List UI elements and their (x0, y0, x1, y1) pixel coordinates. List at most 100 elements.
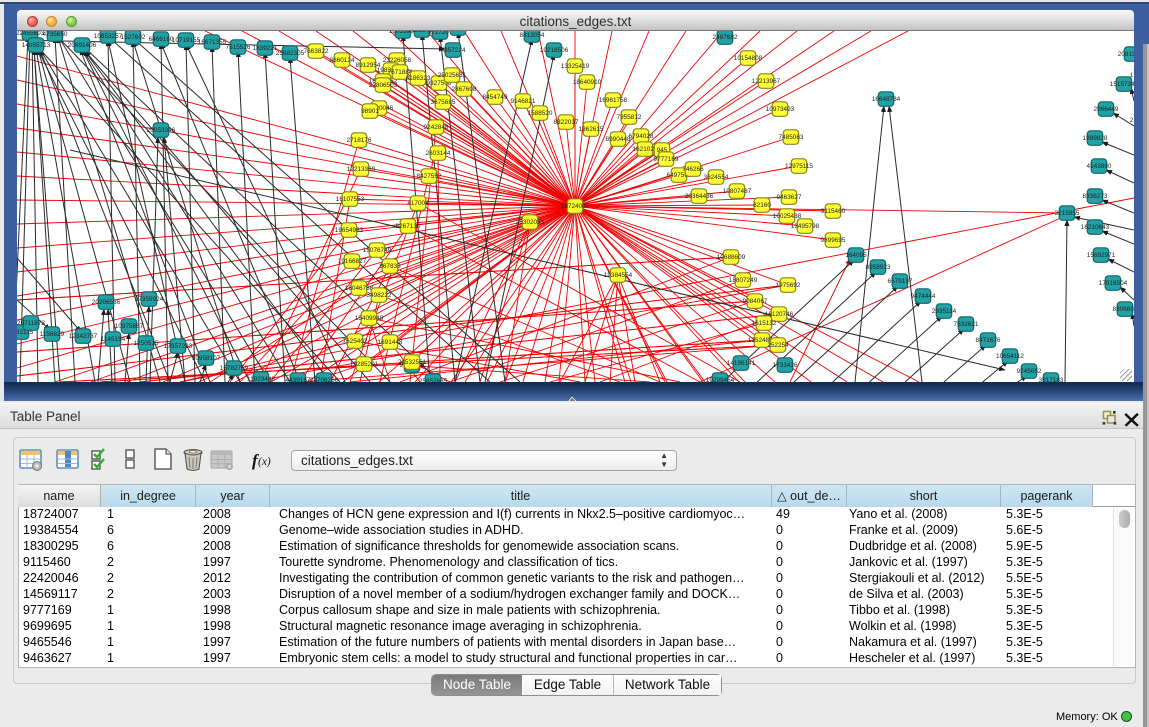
svg-text:18640910: 18640910 (573, 79, 602, 86)
svg-text:1156829: 1156829 (40, 331, 65, 338)
svg-text:62160: 62160 (753, 202, 771, 209)
svg-text:7632621: 7632621 (954, 321, 979, 328)
svg-text:15692971: 15692971 (1087, 252, 1116, 259)
svg-text:8322037: 8322037 (554, 119, 579, 126)
svg-text:20364436: 20364436 (685, 193, 714, 200)
svg-text:10807487: 10807487 (723, 188, 752, 195)
svg-text:8427552: 8427552 (417, 173, 442, 180)
svg-text:20691406: 20691406 (68, 42, 97, 49)
svg-text:16648784: 16648784 (872, 96, 901, 103)
svg-text:10025438: 10025438 (773, 213, 802, 220)
svg-text:1975692: 1975692 (776, 282, 801, 289)
svg-text:3215955: 3215955 (1055, 210, 1080, 217)
svg-text:9146821: 9146821 (511, 98, 536, 105)
svg-text:746266: 746266 (682, 166, 704, 173)
svg-text:10853257: 10853257 (94, 33, 123, 40)
svg-text:7957224: 7957224 (441, 47, 466, 54)
svg-text:13495798: 13495798 (791, 223, 820, 230)
svg-text:1691448: 1691448 (378, 339, 403, 346)
svg-text:16782759: 16782759 (220, 365, 249, 372)
svg-text:7485063: 7485063 (779, 134, 804, 141)
svg-text:18724007: 18724007 (561, 203, 590, 210)
svg-text:18807249: 18807249 (729, 277, 758, 284)
svg-text:25882305: 25882305 (276, 50, 305, 57)
svg-text:1839221: 1839221 (253, 45, 278, 52)
svg-text:2603144: 2603144 (426, 150, 451, 157)
svg-text:19166827: 19166827 (338, 258, 367, 265)
svg-text:8471676: 8471676 (976, 337, 1001, 344)
svg-text:20206536: 20206536 (92, 299, 121, 306)
svg-text:25302033: 25302033 (516, 219, 545, 226)
svg-text:867833: 867833 (379, 263, 401, 270)
svg-text:12213369: 12213369 (347, 166, 376, 173)
svg-text:10719155: 10719155 (172, 37, 201, 44)
svg-text:19218506: 19218506 (540, 47, 569, 54)
svg-text:16671355: 16671355 (198, 39, 227, 46)
svg-text:252254: 252254 (767, 342, 789, 349)
svg-text:12342737: 12342737 (69, 333, 98, 340)
svg-text:15409948: 15409948 (355, 315, 384, 322)
svg-text:2867608: 2867608 (452, 86, 477, 93)
svg-text:21200396: 21200396 (1130, 117, 1134, 124)
svg-text:7625402: 7625402 (343, 338, 368, 345)
svg-text:10654112: 10654112 (996, 353, 1024, 360)
svg-text:22455603: 22455603 (17, 31, 45, 37)
svg-text:6466160: 6466160 (149, 36, 174, 43)
svg-text:2718176: 2718176 (347, 137, 372, 144)
svg-text:98901: 98901 (361, 108, 379, 115)
svg-text:(x): (x) (258, 456, 271, 468)
svg-text:20813640: 20813640 (1118, 51, 1134, 58)
svg-text:3675685: 3675685 (431, 99, 456, 106)
svg-text:13325419: 13325419 (561, 63, 590, 70)
svg-text:16107553: 16107553 (336, 196, 365, 203)
svg-text:24532561: 24532561 (398, 359, 427, 366)
svg-text:1615132: 1615132 (752, 320, 777, 327)
svg-text:10154808: 10154808 (734, 55, 763, 62)
svg-text:19384554: 19384554 (604, 272, 633, 279)
svg-text:417004: 417004 (407, 200, 429, 207)
svg-text:3498222: 3498222 (367, 292, 392, 299)
svg-text:10973493: 10973493 (766, 106, 795, 113)
svg-text:2935114: 2935114 (932, 308, 957, 315)
svg-text:1999828: 1999828 (1083, 135, 1108, 142)
svg-text:7663822: 7663822 (304, 48, 329, 55)
svg-text:9084067: 9084067 (743, 298, 768, 305)
svg-text:8489709: 8489709 (446, 31, 471, 32)
svg-text:17956909: 17956909 (1130, 72, 1134, 79)
svg-text:25025631: 25025631 (438, 72, 467, 79)
svg-text:1250515: 1250515 (134, 340, 159, 347)
svg-text:3624554: 3624554 (704, 174, 729, 181)
svg-text:10688609: 10688609 (717, 254, 746, 261)
svg-text:4143890: 4143890 (1087, 163, 1112, 170)
svg-text:164095: 164095 (845, 252, 867, 259)
svg-text:16210643: 16210643 (1081, 224, 1110, 231)
svg-text:7955812: 7955812 (617, 114, 642, 121)
svg-text:25711873: 25711873 (17, 320, 45, 327)
svg-text:1588520: 1588520 (528, 110, 553, 117)
svg-text:1527602: 1527602 (121, 34, 146, 41)
svg-text:1362615: 1362615 (579, 126, 604, 133)
svg-text:14196141: 14196141 (727, 360, 756, 367)
svg-text:8454749: 8454749 (483, 94, 508, 101)
svg-text:6679197: 6679197 (888, 278, 913, 285)
svg-text:8813054: 8813054 (520, 32, 545, 39)
svg-text:16961758: 16961758 (599, 97, 628, 104)
svg-text:8660124: 8660124 (330, 57, 355, 64)
svg-text:4735650: 4735650 (43, 31, 68, 38)
svg-text:2487682: 2487682 (713, 34, 738, 41)
svg-text:9777169: 9777169 (654, 156, 679, 163)
svg-text:15076749: 15076749 (363, 247, 392, 254)
svg-text:17016504: 17016504 (1099, 280, 1128, 287)
svg-text:10958107: 10958107 (192, 355, 221, 362)
svg-text:9474444: 9474444 (911, 293, 936, 300)
svg-text:7515526: 7515526 (226, 44, 251, 51)
svg-text:8990448: 8990448 (606, 136, 631, 143)
svg-text:15157347: 15157347 (1110, 81, 1134, 88)
svg-text:20053346: 20053346 (147, 127, 176, 134)
svg-text:9242848: 9242848 (424, 124, 449, 131)
svg-text:9463627: 9463627 (777, 194, 802, 201)
svg-text:9245652: 9245652 (1017, 368, 1042, 375)
svg-text:6794028: 6794028 (629, 133, 654, 140)
svg-text:8806804: 8806804 (1113, 306, 1134, 313)
svg-text:12213967: 12213967 (752, 78, 781, 85)
